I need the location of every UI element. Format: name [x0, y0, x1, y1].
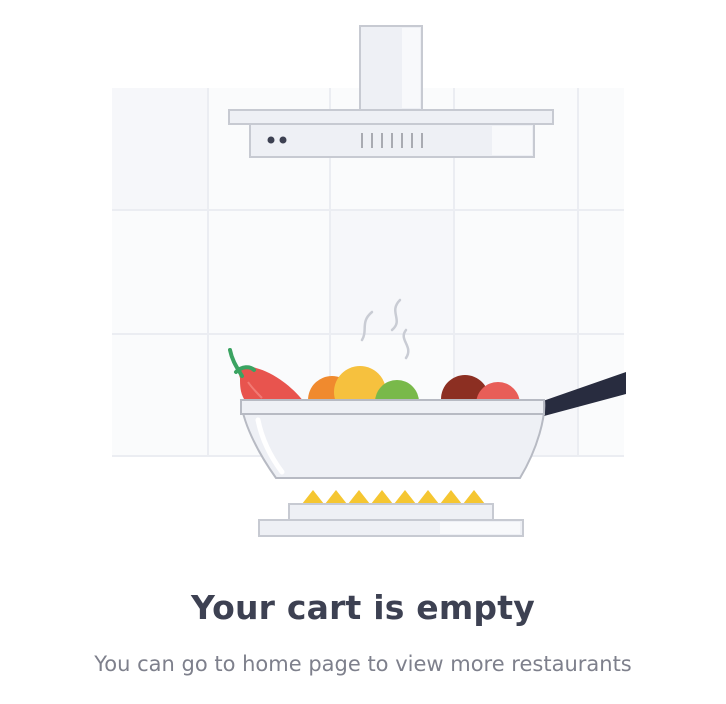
empty-cart-subtitle: You can go to home page to view more res… — [94, 652, 632, 676]
empty-cart-illustration — [112, 25, 626, 537]
hood-knob-icon — [279, 136, 287, 144]
flame-icon — [302, 490, 485, 504]
empty-cart-title: Your cart is empty — [191, 588, 535, 627]
frying-pan-icon — [239, 399, 546, 479]
hood-knob-icon — [267, 136, 275, 144]
stove — [258, 503, 524, 537]
